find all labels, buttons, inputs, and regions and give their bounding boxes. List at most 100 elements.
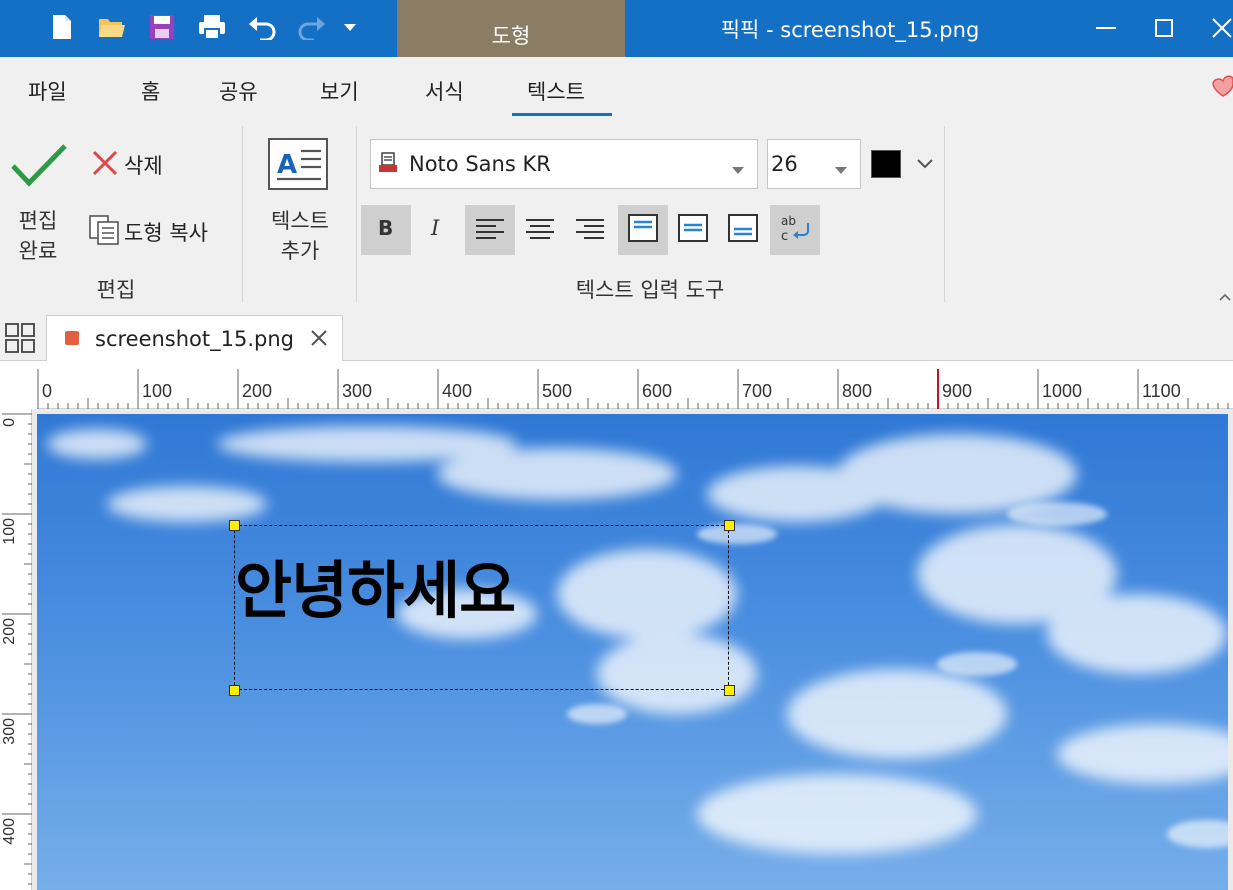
resize-handle-bottom-right[interactable] [724,685,735,696]
heart-icon[interactable] [1212,72,1233,104]
svg-text:c: c [781,229,788,243]
word-wrap-icon: ab c [778,213,812,247]
svg-text:I: I [430,217,440,239]
align-left-icon [475,217,505,243]
ruler-h-label: 700 [742,381,772,401]
ribbon-separator [944,126,945,302]
valign-middle-button[interactable] [668,205,718,255]
save-icon[interactable] [146,10,178,44]
ruler-h-label: 400 [442,381,472,401]
copy-icon [88,214,122,250]
print-icon[interactable] [196,10,228,44]
ribbon-separator [242,126,243,302]
delete-icon [90,148,120,182]
valign-top-button[interactable] [618,205,668,255]
copy-shape-button[interactable]: 도형 복사 [88,214,208,250]
add-text-label-line2: 추가 [280,239,320,263]
minimize-icon[interactable] [1084,10,1128,46]
close-tab-icon[interactable] [309,328,329,352]
tab-share[interactable]: 공유 [219,76,258,106]
word-wrap-button[interactable]: ab c [770,205,820,255]
text-tools-group-label: 텍스트 입력 도구 [575,278,725,302]
edit-group-label: 편집 [96,278,136,302]
quick-access-dropdown-icon[interactable] [336,10,364,44]
font-size-select[interactable]: 26 [767,139,861,189]
svg-text:ab: ab [781,214,796,228]
font-printer-icon [377,151,399,179]
bold-button[interactable]: B [361,205,411,255]
canvas-text[interactable]: 안녕하세요 [235,540,516,630]
ruler-v-label: 0 [1,418,18,427]
ruler-h-label: 900 [942,381,972,401]
add-text-label-line1: 텍스트 [271,209,329,233]
close-window-icon[interactable] [1200,10,1233,46]
delete-label: 삭제 [124,154,163,178]
collapse-ribbon-icon[interactable] [1218,287,1232,306]
font-name: Noto Sans KR [409,152,551,176]
grid-view-icon[interactable] [4,322,36,358]
resize-handle-top-right[interactable] [724,520,735,531]
chevron-down-icon [731,160,745,179]
svg-text:B: B [378,217,393,239]
chevron-down-icon [834,160,848,179]
tab-view[interactable]: 보기 [320,76,359,106]
ruler-v-label: 300 [1,718,18,745]
ruler-h-label: 300 [342,381,372,401]
resize-handle-bottom-left[interactable] [229,685,240,696]
context-tab-shape[interactable]: 도형 [397,0,625,57]
valign-bottom-icon [728,214,758,246]
ruler-h-label: 0 [42,381,52,401]
undo-icon[interactable] [246,10,278,44]
checkmark-icon[interactable] [10,142,68,192]
maximize-icon[interactable] [1142,10,1186,46]
ruler-v-label: 400 [1,818,18,845]
svg-text:A: A [277,150,297,180]
font-size-value: 26 [771,152,798,176]
delete-button[interactable]: 삭제 [90,148,163,182]
vertical-ruler: 0 100 200 300 400 [0,409,32,890]
document-tab[interactable]: screenshot_15.png [46,315,343,361]
italic-icon: I [426,216,446,243]
add-text-icon[interactable]: A [267,137,329,197]
window-title: 픽픽 - screenshot_15.png [720,18,980,42]
text-color-swatch[interactable] [871,150,901,178]
text-color-dropdown-icon[interactable] [916,155,934,174]
ruler-h-label: 1000 [1042,381,1082,401]
valign-top-icon [628,214,658,246]
tab-text[interactable]: 텍스트 [527,76,585,106]
edit-done-button[interactable]: 편집 완료 [10,206,66,266]
align-right-icon [575,217,605,243]
ruler-corner [0,361,37,409]
bold-icon: B [376,216,396,243]
ruler-h-label: 800 [842,381,872,401]
open-folder-icon[interactable] [96,10,128,44]
ruler-v-label: 100 [1,518,18,545]
ribbon-separator [356,126,357,302]
redo-icon[interactable] [296,10,328,44]
horizontal-ruler: 0 100 200 300 400 500 600 700 800 900 1000 1100 [37,361,1233,409]
tab-format[interactable]: 서식 [425,76,464,106]
ruler-h-label: 100 [142,381,172,401]
edit-done-label-line2: 완료 [18,239,58,263]
add-text-button[interactable]: 텍스트 추가 [262,206,338,266]
align-center-icon [525,217,555,243]
tab-file[interactable]: 파일 [28,76,67,106]
valign-middle-icon [678,214,708,246]
align-left-button[interactable] [465,205,515,255]
title-bar: 도형 픽픽 - screenshot_15.png [0,0,1233,57]
ruler-h-label: 600 [642,381,672,401]
document-tab-label: screenshot_15.png [95,327,295,351]
italic-button[interactable]: I [411,205,461,255]
image-file-icon [65,331,79,345]
ruler-v-label: 200 [1,618,18,645]
align-right-button[interactable] [565,205,615,255]
valign-bottom-button[interactable] [718,205,768,255]
new-file-icon[interactable] [46,10,78,44]
resize-handle-top-left[interactable] [229,520,240,531]
tab-home[interactable]: 홈 [141,76,160,106]
font-family-select[interactable]: Noto Sans KR [370,139,758,189]
ruler-h-label: 200 [242,381,272,401]
align-center-button[interactable] [515,205,565,255]
edit-done-label-line1: 편집 [18,209,58,233]
copy-shape-label: 도형 복사 [124,221,208,245]
